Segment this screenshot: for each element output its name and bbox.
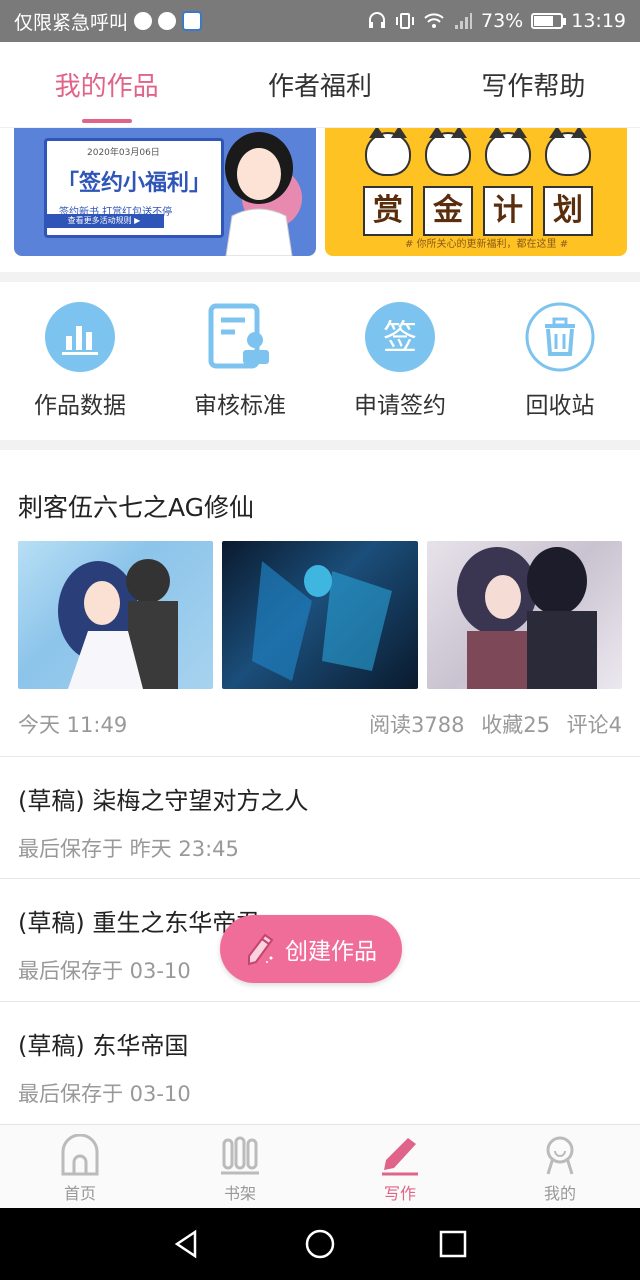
banner-title: 「签约小福利」 (57, 171, 212, 196)
action-review-standards[interactable]: 审核标准 (160, 284, 320, 440)
work-title: 刺客伍六七之AG修仙 (18, 493, 255, 522)
work-image (222, 541, 418, 689)
reward-char: 划 (543, 186, 593, 236)
carrier-text: 仅限紧急呼叫 (14, 11, 129, 34)
work-stats: 阅读3788 收藏25 评论4 (359, 709, 622, 739)
tab-writing-help[interactable]: 写作帮助 (427, 42, 640, 127)
action-label: 作品数据 (34, 393, 126, 419)
draft-saved-time: 最后保存于 03-10 (18, 959, 191, 983)
action-label: 审核标准 (194, 393, 286, 419)
bookshelf-icon (221, 1136, 259, 1174)
nav-bookshelf[interactable]: 书架 (160, 1125, 320, 1208)
promo-banner: 2020年03月06日 「签约小福利」 签约新书 打赏红包送不停 查看更多活动规… (0, 128, 640, 258)
banner-bounty-plan[interactable]: 赏 金 计 划 # 你所关心的更新福利，都在这里 # (325, 128, 627, 256)
battery-percent: 73% (481, 10, 524, 32)
section-divider (0, 440, 640, 450)
bottom-nav: 首页 书架 写作 我的 (0, 1124, 640, 1208)
reward-char: 赏 (363, 186, 413, 236)
tab-label: 我的作品 (54, 72, 159, 102)
back-icon[interactable] (171, 1228, 203, 1260)
system-nav-bar (0, 1208, 640, 1280)
section-divider (0, 272, 640, 282)
clock: 13:19 (571, 10, 626, 32)
cat-icon (365, 128, 411, 176)
battery-fill (534, 16, 554, 26)
banner-slogan: # 你所关心的更新福利，都在这里 # (405, 239, 569, 250)
trash-icon (525, 302, 595, 372)
comment-count: 评论4 (566, 713, 622, 737)
sign-contract-icon: 签 (365, 302, 435, 372)
draft-saved-time: 最后保存于 03-10 (18, 1082, 191, 1106)
action-recycle-bin[interactable]: 回收站 (480, 284, 640, 440)
create-work-label: 创建作品 (285, 939, 377, 965)
read-count: 阅读3788 (369, 713, 465, 737)
action-apply-contract[interactable]: 签 申请签约 (320, 284, 480, 440)
draft-title: (草稿) 柒梅之守望对方之人 (18, 787, 309, 815)
tab-label: 写作帮助 (481, 72, 586, 102)
work-images (18, 541, 622, 689)
profile-icon (546, 1136, 574, 1174)
write-pen-icon (382, 1137, 418, 1175)
vibrate-icon (396, 13, 414, 29)
send-icon (158, 12, 177, 30)
home-icon (61, 1133, 99, 1175)
cartoon-girl-illustration (225, 132, 293, 256)
nav-write[interactable]: 写作 (320, 1125, 480, 1208)
draft-item[interactable]: (草稿) 柒梅之守望对方之人 最后保存于 昨天 23:45 (0, 757, 640, 879)
draft-item[interactable]: (草稿) 东华帝国 最后保存于 03-10 (0, 1002, 640, 1124)
banner-more-rules: 查看更多活动规则 ▶ (44, 214, 164, 228)
reward-char: 金 (423, 186, 473, 236)
favorite-count: 收藏25 (481, 713, 550, 737)
work-meta: 今天 11:49 阅读3788 收藏25 评论4 (18, 709, 622, 739)
recents-icon[interactable] (437, 1228, 469, 1260)
work-updated-time: 今天 11:49 (18, 713, 128, 737)
bar-chart-icon (45, 302, 115, 372)
tab-author-benefits[interactable]: 作者福利 (213, 42, 426, 127)
pencil-icon (248, 933, 274, 966)
tab-label: 作者福利 (267, 72, 372, 102)
top-tabs: 我的作品 作者福利 写作帮助 (0, 42, 640, 128)
draft-title: (草稿) 东华帝国 (18, 1032, 189, 1060)
headset-icon (369, 12, 385, 28)
action-label: 回收站 (525, 393, 595, 419)
cat-icon (545, 128, 591, 176)
draft-saved-time: 最后保存于 昨天 23:45 (18, 837, 239, 861)
quick-actions: 作品数据 审核标准 签 申请签约 回收站 (0, 284, 640, 440)
battery-icon (531, 13, 567, 29)
status-bar: 仅限紧急呼叫 73% 13:19 (0, 0, 640, 42)
cat-icon (485, 128, 531, 176)
reward-char: 计 (483, 186, 533, 236)
review-document-icon (205, 302, 275, 372)
tab-my-works[interactable]: 我的作品 (0, 42, 213, 127)
signal-icon (455, 13, 472, 29)
action-work-data[interactable]: 作品数据 (0, 284, 160, 440)
nav-me[interactable]: 我的 (480, 1125, 640, 1208)
svg-text:签: 签 (383, 318, 417, 358)
nav-home[interactable]: 首页 (0, 1125, 160, 1208)
work-image (426, 541, 622, 689)
banner-signing-benefits[interactable]: 2020年03月06日 「签约小福利」 签约新书 打赏红包送不停 查看更多活动规… (14, 128, 316, 256)
banner-date: 2020年03月06日 (87, 148, 160, 158)
create-work-button[interactable]: 创建作品 (220, 915, 402, 983)
home-circle-icon[interactable] (304, 1228, 336, 1260)
nav-label: 首页 (63, 1183, 96, 1203)
app-notification-icon (182, 11, 203, 31)
nav-label: 写作 (383, 1183, 416, 1203)
action-label: 申请签约 (354, 393, 446, 419)
browser-icon (134, 12, 153, 30)
tab-active-indicator (81, 119, 132, 123)
wifi-icon (424, 13, 444, 28)
cat-icon (425, 128, 471, 176)
work-image (18, 541, 214, 689)
nav-label: 书架 (223, 1183, 256, 1203)
nav-label: 我的 (543, 1183, 576, 1203)
